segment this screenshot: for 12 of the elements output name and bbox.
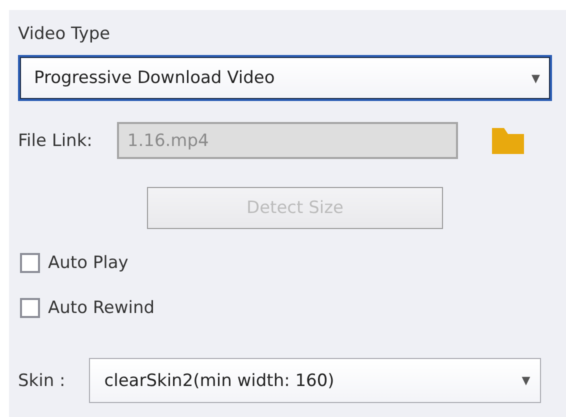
dropdown-arrow-icon: ▼	[522, 374, 530, 387]
field-label: File Link:	[18, 130, 92, 150]
field-label: Video Type	[18, 24, 110, 44]
video-type-dropdown[interactable]: Progressive Download Video ▼	[18, 55, 552, 101]
checkbox[interactable]	[20, 298, 40, 318]
field-label: Skin :	[18, 370, 66, 390]
checkbox-label: Auto Play	[48, 253, 128, 273]
skin-dropdown[interactable]: clearSkin2(min width: 160) ▼	[89, 358, 542, 403]
checkbox-label: Auto Rewind	[48, 298, 155, 318]
checkbox[interactable]	[20, 253, 40, 273]
dropdown-arrow-icon: ▼	[532, 72, 540, 84]
folder-icon[interactable]	[492, 128, 524, 154]
